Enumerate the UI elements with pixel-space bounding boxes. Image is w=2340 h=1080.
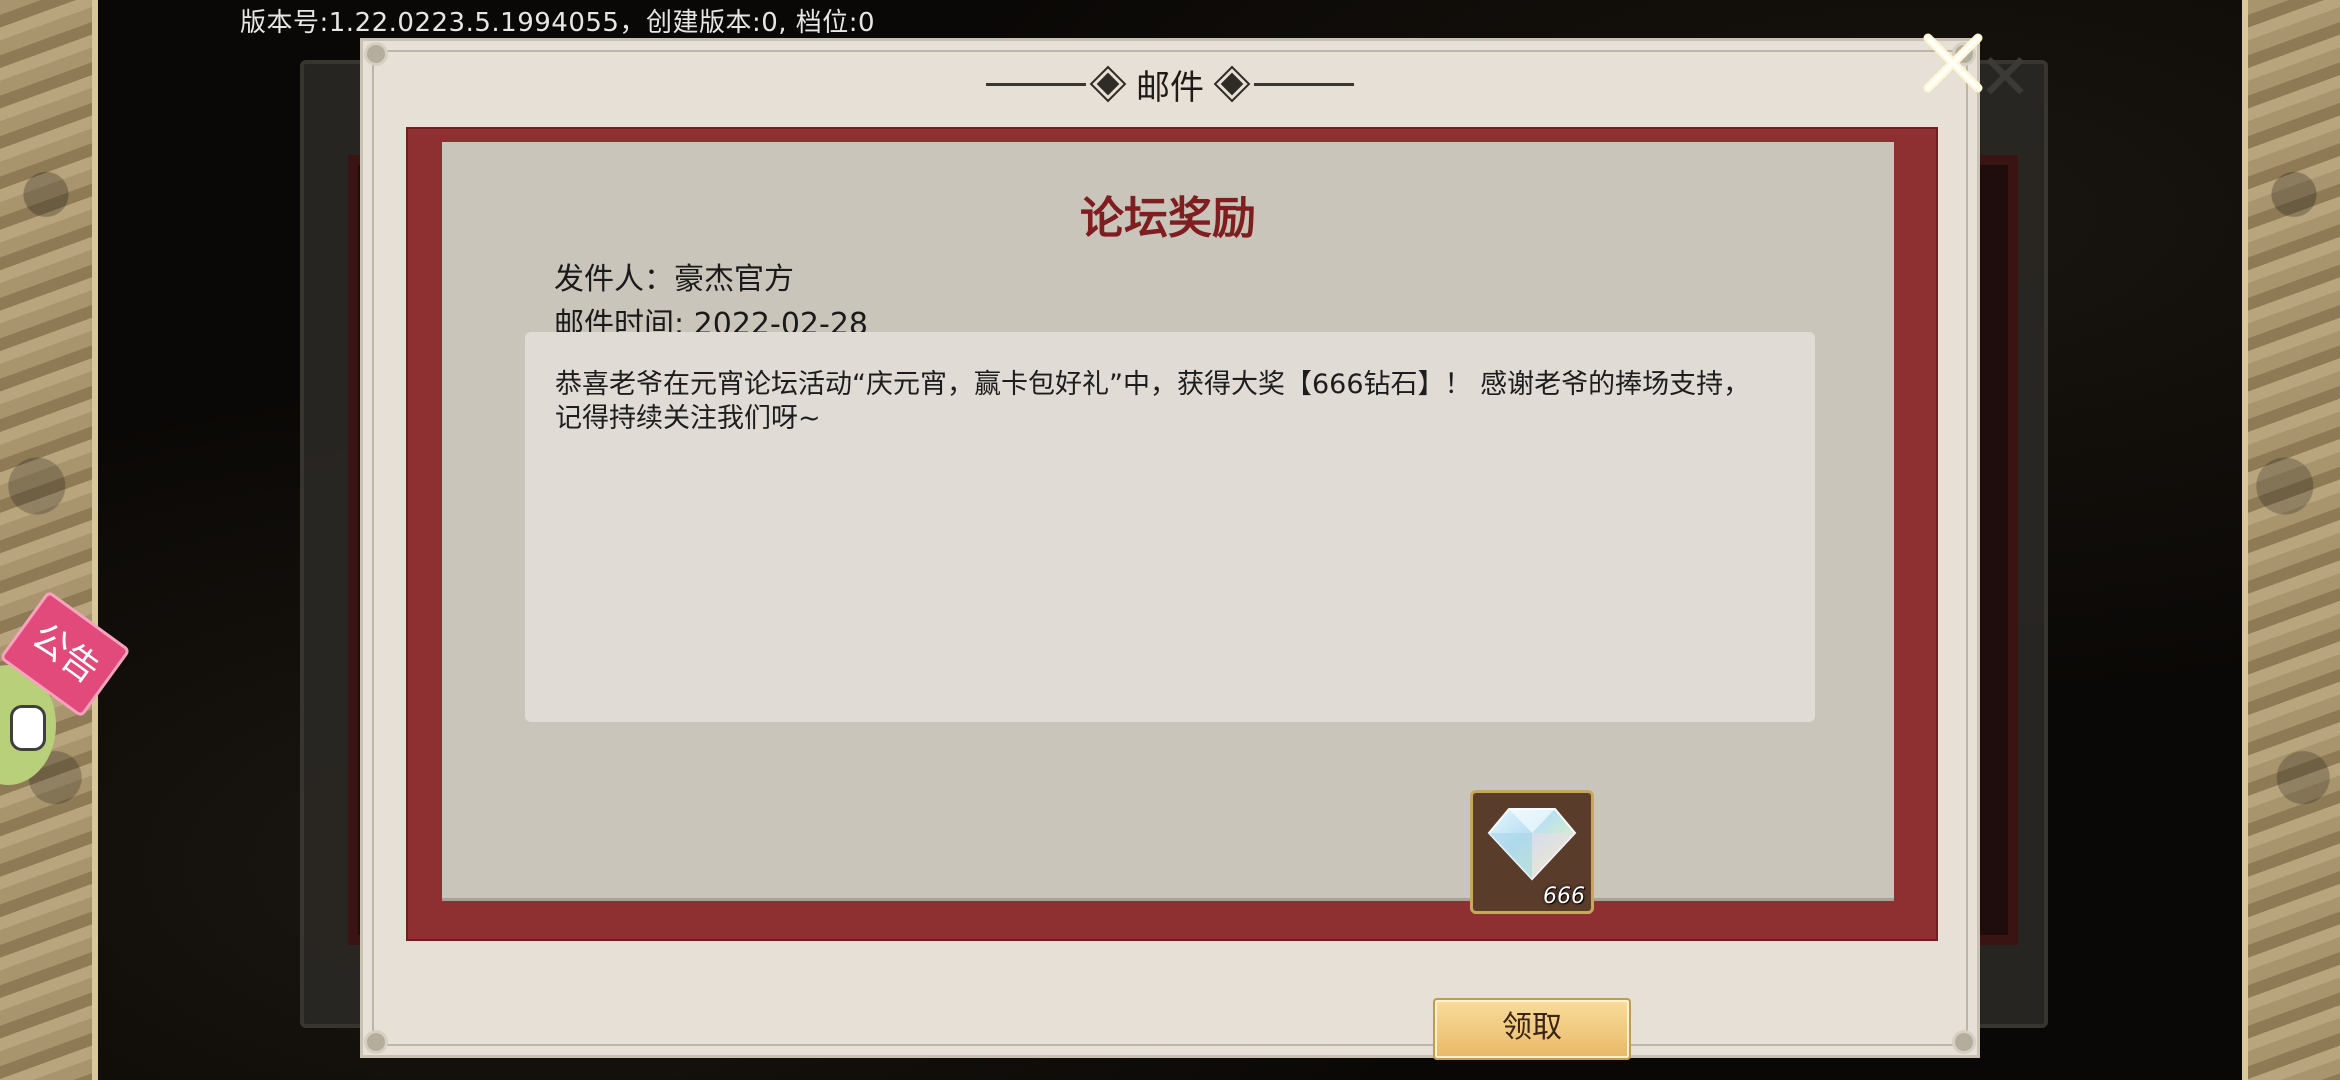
claim-button[interactable]: 领取 bbox=[1433, 998, 1631, 1060]
attachment-reward-item[interactable]: 666 bbox=[1470, 790, 1594, 914]
corner-ornament bbox=[364, 1030, 388, 1054]
title-divider-left bbox=[986, 82, 1086, 86]
dialog-title-bar: 邮件 bbox=[360, 60, 1980, 108]
left-ornamental-border bbox=[0, 0, 98, 1080]
reward-count: 666 bbox=[1543, 884, 1585, 909]
mail-body-box[interactable]: 恭喜老爷在元宵论坛活动“庆元宵，赢卡包好礼”中，获得大奖【666钻石】！ 感谢老… bbox=[525, 332, 1815, 722]
diamond-ornament-icon bbox=[1096, 72, 1120, 96]
sender-name: 豪杰官方 bbox=[674, 262, 794, 297]
mail-sender-row: 发件人：豪杰官方 bbox=[554, 254, 794, 298]
title-divider-right bbox=[1254, 82, 1354, 86]
dialog-title: 邮件 bbox=[1136, 67, 1204, 108]
mail-content-panel: 论坛奖励 发件人：豪杰官方 邮件时间: 2022-02-28 恭喜老爷在元宵论坛… bbox=[442, 142, 1894, 901]
sender-label: 发件人： bbox=[554, 262, 674, 297]
mail-body-text: 恭喜老爷在元宵论坛活动“庆元宵，赢卡包好礼”中，获得大奖【666钻石】！ 感谢老… bbox=[555, 369, 1751, 434]
close-x-icon[interactable] bbox=[1918, 28, 1988, 98]
version-info: 版本号:1.22.0223.5.1994055，创建版本:0, 档位:0 bbox=[240, 8, 876, 38]
right-ornamental-border bbox=[2242, 0, 2340, 1080]
mail-detail-dialog: 邮件 论坛奖励 发件人：豪杰官方 邮件时间: 2022-02-28 恭喜老爷在元… bbox=[360, 38, 1980, 1060]
game-screen: ✕ 版本号:1.22.0223.5.1994055，创建版本:0, 档位:0 邮… bbox=[0, 0, 2340, 1080]
assistant-face bbox=[10, 705, 46, 751]
diamond-gem-icon bbox=[1487, 808, 1577, 881]
diamond-ornament-icon bbox=[1220, 72, 1244, 96]
mail-subject: 论坛奖励 bbox=[1080, 193, 1256, 244]
corner-ornament bbox=[1952, 1030, 1976, 1054]
